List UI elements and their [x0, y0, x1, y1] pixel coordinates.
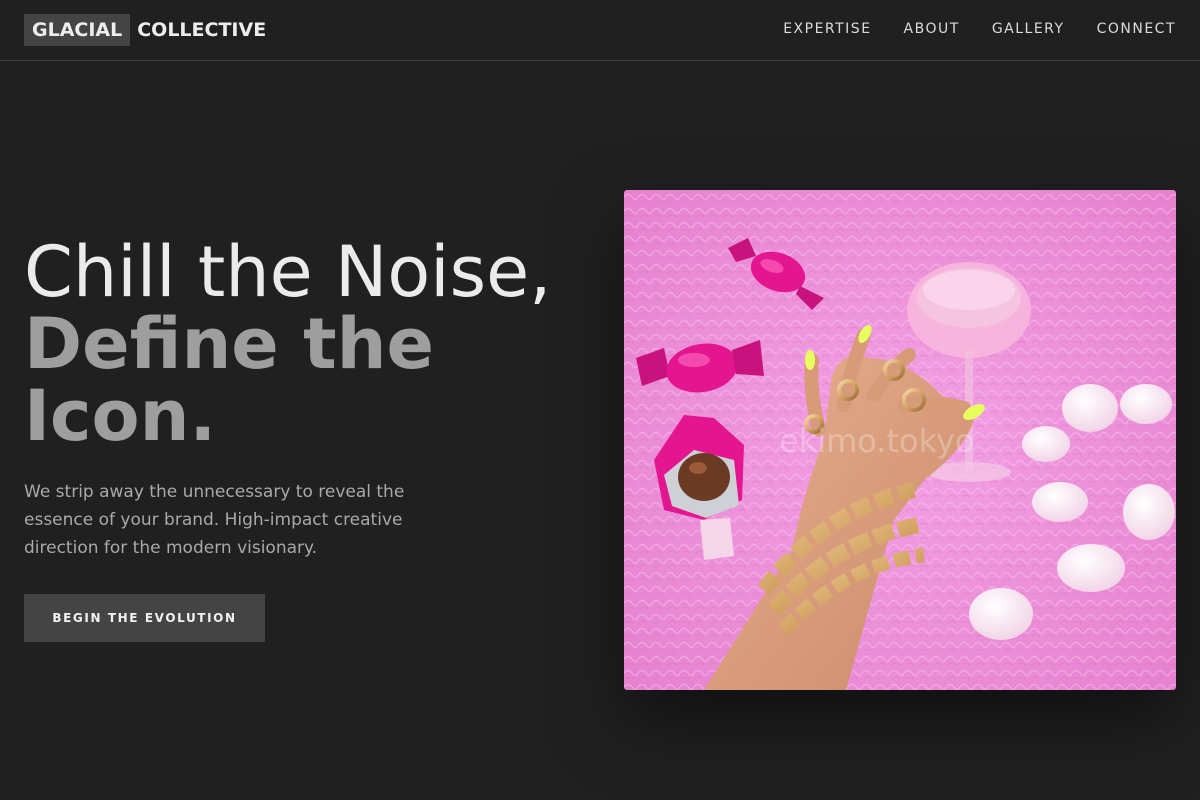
site-header: GLACIAL COLLECTIVE EXPERTISE ABOUT GALLE… — [0, 0, 1200, 61]
nav-connect[interactable]: CONNECT — [1097, 19, 1176, 39]
hero-title-line2: Define the Icon. — [24, 303, 434, 457]
nav-expertise[interactable]: EXPERTISE — [783, 19, 871, 39]
logo[interactable]: GLACIAL COLLECTIVE — [24, 14, 266, 46]
logo-mark: GLACIAL — [24, 14, 131, 46]
hero-title: Chill the Noise, Define the Icon. — [24, 236, 604, 452]
image-watermark: ekimo.tokyo — [779, 422, 975, 460]
main-nav: EXPERTISE ABOUT GALLERY CONNECT — [783, 19, 1176, 39]
logo-text: COLLECTIVE — [137, 19, 267, 41]
nav-gallery[interactable]: GALLERY — [992, 19, 1065, 39]
begin-evolution-button[interactable]: BEGIN THE EVOLUTION — [24, 594, 265, 642]
nav-about[interactable]: ABOUT — [904, 19, 960, 39]
hero-image: ekimo.tokyo — [624, 190, 1176, 690]
hero-title-line1: Chill the Noise, — [24, 231, 552, 313]
hero-description: We strip away the unnecessary to reveal … — [24, 482, 405, 558]
